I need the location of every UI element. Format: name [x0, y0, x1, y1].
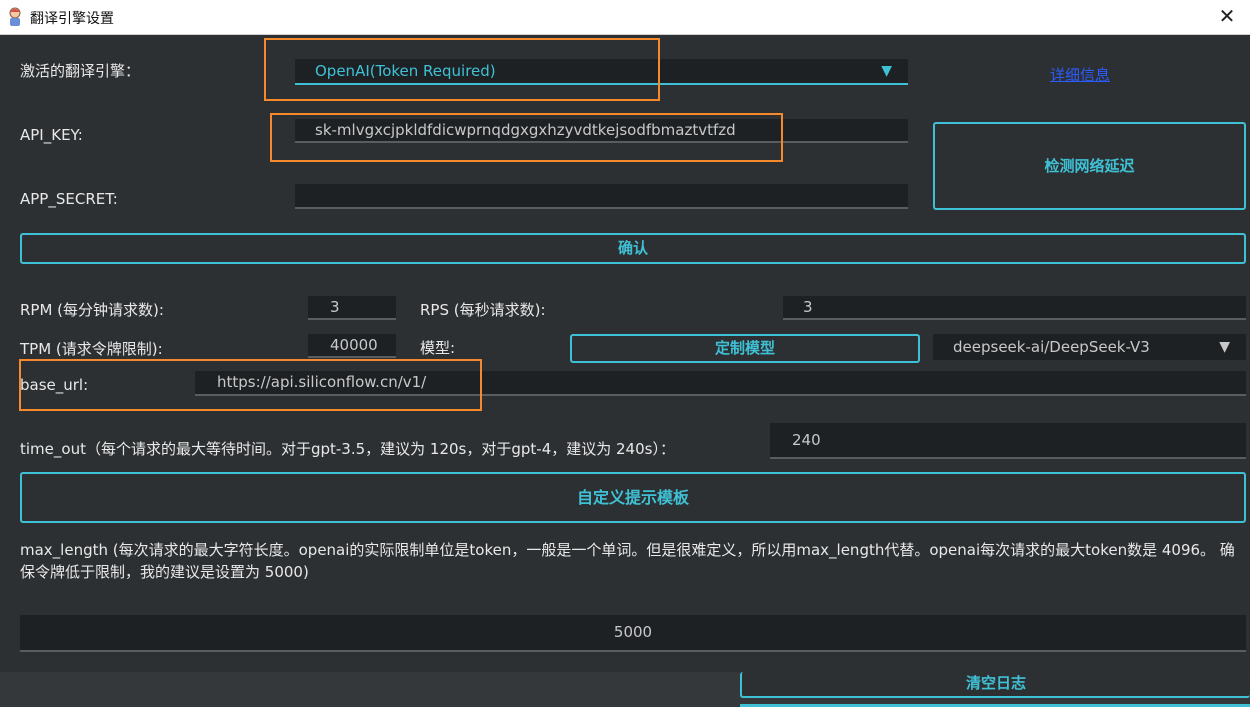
chevron-down-icon: ▼ — [1219, 339, 1230, 355]
tpm-input[interactable]: 40000 — [308, 334, 396, 358]
engine-selected-value: OpenAI(Token Required) — [315, 62, 496, 80]
max-length-description: max_length (每次请求的最大字符长度。openai的实际限制单位是to… — [20, 541, 1235, 581]
window-title: 翻译引擎设置 — [30, 11, 114, 27]
custom-model-button[interactable]: 定制模型 — [570, 334, 920, 363]
model-select[interactable]: deepseek-ai/DeepSeek-V3 ▼ — [933, 334, 1246, 360]
details-link[interactable]: 详细信息 — [1050, 64, 1110, 85]
clear-log-button[interactable]: 清空日志 — [740, 672, 1250, 698]
tpm-label: TPM (请求令牌限制): — [20, 340, 163, 358]
app-secret-input[interactable] — [295, 184, 908, 209]
rpm-label: RPM (每分钟请求数): — [20, 301, 164, 319]
confirm-button[interactable]: 确认 — [20, 233, 1246, 264]
rps-input[interactable]: 3 — [783, 296, 1246, 320]
base-url-input[interactable]: https://api.siliconflow.cn/v1/ — [195, 371, 1246, 396]
chevron-down-icon: ▼ — [881, 63, 892, 79]
rpm-input[interactable]: 3 — [308, 296, 396, 320]
close-button[interactable]: ✕ — [1204, 0, 1250, 34]
check-latency-button[interactable]: 检测网络延迟 — [933, 122, 1246, 210]
api-key-label: API_KEY: — [20, 126, 83, 144]
window-titlebar: 翻译引擎设置 ✕ — [0, 0, 1250, 35]
base-url-label: base_url: — [20, 376, 89, 394]
api-key-input[interactable]: sk-mlvgxcjpkldfdicwprnqdgxgxhzyvdtkejsod… — [295, 119, 908, 143]
model-label: 模型: — [420, 339, 456, 357]
app-icon — [9, 7, 21, 26]
app-secret-label: APP_SECRET: — [20, 190, 118, 208]
model-selected-value: deepseek-ai/DeepSeek-V3 — [953, 338, 1150, 356]
custom-prompt-template-button[interactable]: 自定义提示模板 — [20, 472, 1246, 523]
max-length-input[interactable]: 5000 — [20, 615, 1246, 652]
close-icon: ✕ — [1218, 4, 1236, 28]
rps-label: RPS (每秒请求数): — [420, 301, 546, 319]
engine-label: 激活的翻译引擎： — [20, 62, 141, 80]
time-out-label: time_out（每个请求的最大等待时间。对于gpt-3.5，建议为 120s，… — [20, 440, 675, 458]
time-out-input[interactable]: 240 — [770, 423, 1246, 459]
engine-select[interactable]: OpenAI(Token Required) ▼ — [295, 59, 908, 85]
